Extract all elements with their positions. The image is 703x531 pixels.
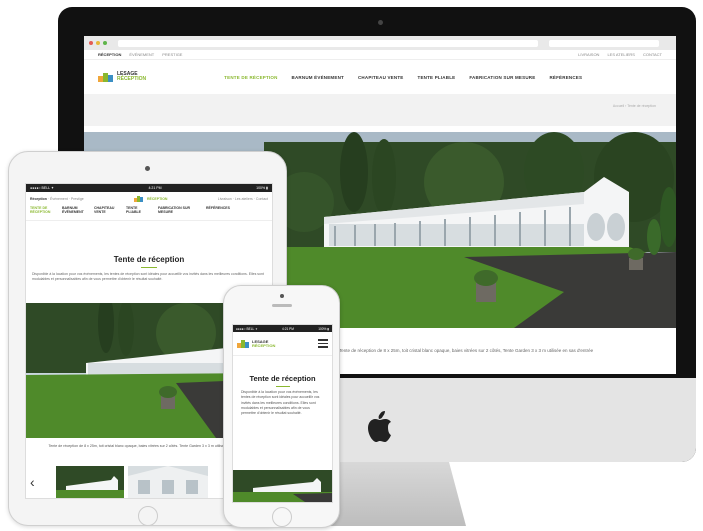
phone-tent-logo-icon (237, 339, 249, 348)
phone-battery: 100% ▮ (318, 326, 329, 331)
phone-status-bar: ●●●●○ BELL ✦ 4:21 PM 100% ▮ (233, 325, 332, 332)
thumbnail-2[interactable] (128, 466, 208, 499)
tablet-link-reception[interactable]: Réception (30, 197, 47, 201)
iphone-speaker (272, 304, 292, 307)
tablet-tab-references[interactable]: RÉFÉRENCES (206, 206, 230, 211)
ipad-home-button[interactable] (138, 506, 158, 526)
browser-toolbar (84, 36, 676, 50)
iphone-camera (280, 294, 284, 298)
tablet-nav: TENTE DE RÉCEPTION BARNUM ÉVÉNEMENT CHAP… (26, 205, 272, 221)
tablet-link-prestige[interactable]: Prestige (71, 197, 84, 201)
tablet-page-title: Tente de réception (113, 255, 185, 264)
phone-page-title: Tente de réception (249, 374, 316, 383)
top-links-bar: RÉCEPTION ÉVÉNEMENT PRESTIGE LIVRAISON L… (84, 50, 676, 60)
phone-time: 4:21 PM (282, 326, 294, 331)
browser-search[interactable] (549, 39, 659, 47)
tablet-status-bar: ●●●●○ BELL ✦ 4:21 PM 100% ▮ (26, 184, 272, 192)
tablet-link-contact[interactable]: Contact (256, 197, 268, 201)
close-dot-icon[interactable] (89, 41, 93, 45)
logo-line2: RÉCEPTION (117, 76, 147, 82)
tablet-link-livraison[interactable]: Livraison (218, 197, 232, 201)
site-header: LESAGE RÉCEPTION TENTE DE RÉCEPTION BARN… (84, 60, 676, 94)
nav-fabrication[interactable]: FABRICATION SUR MESURE (469, 75, 535, 80)
tablet-battery: 100% ▮ (256, 186, 268, 190)
devices-mockup: RÉCEPTION ÉVÉNEMENT PRESTIGE LIVRAISON L… (0, 0, 703, 531)
tablet-tab-fabrication[interactable]: FABRICATION SUR MESURE (158, 206, 198, 215)
tablet-top-links: Réception · Événement · Prestige RÉCEPTI… (30, 195, 268, 202)
url-bar[interactable] (118, 39, 538, 47)
tablet-link-ateliers[interactable]: Les ateliers (235, 197, 253, 201)
top-link-prestige[interactable]: PRESTIGE (162, 52, 182, 57)
hamburger-menu-icon[interactable] (318, 339, 328, 348)
tablet-tab-tente[interactable]: TENTE DE RÉCEPTION (30, 206, 54, 215)
minimize-dot-icon[interactable] (96, 41, 100, 45)
tablet-carrier: ●●●●○ BELL ✦ (30, 186, 54, 190)
top-link-evenement[interactable]: ÉVÉNEMENT (129, 52, 154, 57)
phone-screen: ●●●●○ BELL ✦ 4:21 PM 100% ▮ LESAGE RÉCEP… (232, 324, 333, 503)
tablet-intro-text: Disponible à la location pour vos événem… (32, 272, 264, 281)
tablet-logo-icon (134, 195, 144, 202)
nav-chapiteau[interactable]: CHAPITEAU VENTE (358, 75, 404, 80)
tent-logo-icon (98, 72, 114, 82)
phone-logo-line2: RÉCEPTION (252, 342, 276, 348)
top-link-contact[interactable]: CONTACT (643, 52, 662, 57)
ipad-camera (145, 166, 150, 171)
phone-logo[interactable]: LESAGE RÉCEPTION (237, 339, 276, 348)
nav-references[interactable]: RÉFÉRENCES (549, 75, 582, 80)
top-link-livraison[interactable]: LIVRAISON (578, 52, 599, 57)
tablet-title-underline (141, 267, 157, 268)
phone-tent-photo (233, 470, 332, 502)
tablet-time: 4:21 PM (148, 186, 162, 190)
tablet-logo-text[interactable]: RÉCEPTION (147, 197, 167, 201)
nav-tente-reception[interactable]: TENTE DE RÉCEPTION (224, 75, 277, 80)
nav-barnum[interactable]: BARNUM ÉVÉNEMENT (292, 75, 344, 80)
apple-logo-icon (368, 411, 391, 442)
imac-camera (378, 20, 383, 25)
top-link-ateliers[interactable]: LES ATELIERS (607, 52, 635, 57)
phone-intro-text: Disponible à la location pour vos événem… (241, 390, 320, 415)
top-link-reception[interactable]: RÉCEPTION (98, 52, 121, 57)
phone-header: LESAGE RÉCEPTION (233, 332, 332, 356)
tablet-tab-pliable[interactable]: TENTE PLIABLE (126, 206, 150, 215)
iphone-frame: ●●●●○ BELL ✦ 4:21 PM 100% ▮ LESAGE RÉCEP… (223, 285, 340, 528)
breadcrumb[interactable]: Accueil › Tente de réception (613, 104, 656, 108)
page-banner: Accueil › Tente de réception (84, 94, 676, 126)
site-logo[interactable]: LESAGE RÉCEPTION (98, 72, 146, 82)
phone-carrier: ●●●●○ BELL ✦ (236, 326, 258, 331)
iphone-home-button[interactable] (272, 507, 292, 527)
main-nav: TENTE DE RÉCEPTION BARNUM ÉVÉNEMENT CHAP… (224, 75, 582, 80)
tablet-tab-barnum[interactable]: BARNUM ÉVÉNEMENT (62, 206, 86, 215)
maximize-dot-icon[interactable] (103, 41, 107, 45)
tablet-link-evenement[interactable]: Événement (50, 197, 68, 201)
nav-tente-pliable[interactable]: TENTE PLIABLE (418, 75, 456, 80)
thumbnail-1[interactable] (56, 466, 124, 499)
photo-caption: Tente de réception de 8 x 25m, toit cris… (339, 348, 594, 353)
phone-title-underline (275, 386, 290, 387)
tablet-tab-chapiteau[interactable]: CHAPITEAU VENTE (94, 206, 118, 215)
